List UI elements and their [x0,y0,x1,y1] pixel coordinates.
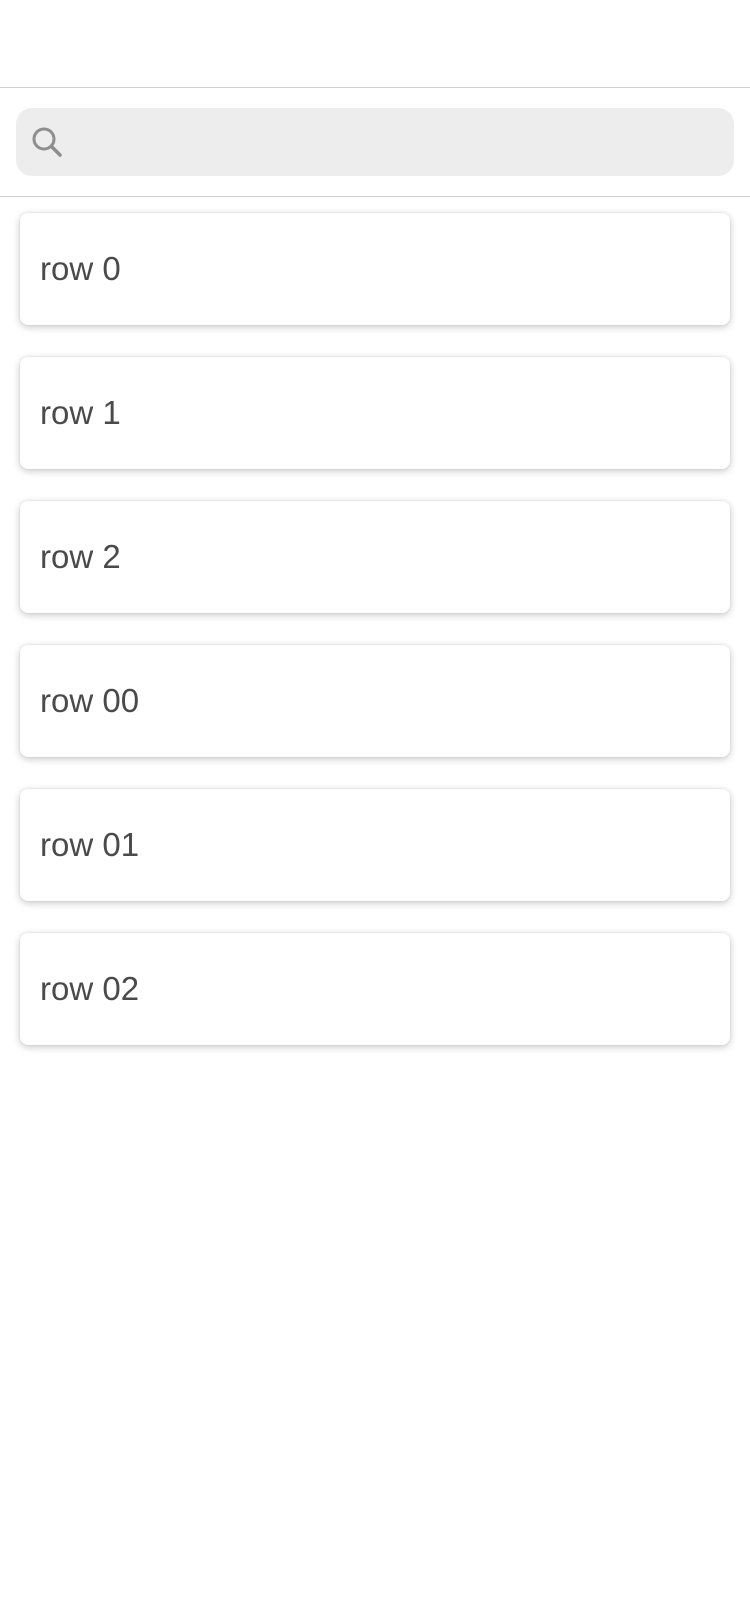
list-item[interactable]: row 01 [20,789,730,901]
search-input[interactable] [64,107,734,177]
list-item-label: row 02 [40,970,140,1007]
list-item[interactable]: row 2 [20,501,730,613]
search-box[interactable] [16,107,734,177]
list-item-label: row 0 [40,250,121,287]
list-item-label: row 00 [40,682,140,719]
screen: row 0 row 1 row 2 row 00 row 01 row 02 [0,0,750,1624]
list-item[interactable]: row 00 [20,645,730,757]
list-item-label: row 01 [40,826,140,863]
top-bar [0,0,750,88]
list-item[interactable]: row 0 [20,213,730,325]
row-list: row 0 row 1 row 2 row 00 row 01 row 02 [0,197,750,1045]
list-item-label: row 2 [40,538,121,575]
list-item-label: row 1 [40,394,121,431]
search-icon [30,125,64,159]
list-item[interactable]: row 1 [20,357,730,469]
list-item[interactable]: row 02 [20,933,730,1045]
search-bar [0,88,750,197]
